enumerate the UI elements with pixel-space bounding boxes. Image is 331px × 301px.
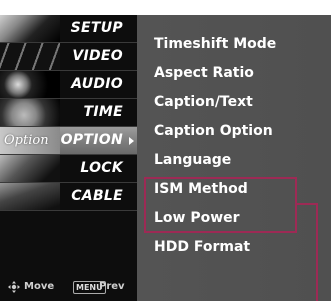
move-label: Move <box>24 281 55 292</box>
submenu-item-caption-option[interactable]: Caption Option <box>154 123 273 139</box>
lock-icon <box>0 155 60 182</box>
prev-label: Prev <box>99 281 125 292</box>
highlight-frame <box>144 177 297 233</box>
menu-item-label: LOCK <box>80 160 123 176</box>
menu-item-label: AUDIO <box>71 76 123 92</box>
menu-item-label: OPTION <box>60 132 123 148</box>
move-icon <box>8 281 20 293</box>
clock-icon <box>0 99 60 126</box>
menu-item-label: SETUP <box>70 20 123 36</box>
chevron-right-icon <box>129 137 134 145</box>
tv-menu-screen: SETUP VIDEO AUDIO TIME Option OPTION LOC… <box>0 0 331 301</box>
menu-item-audio[interactable]: AUDIO <box>0 71 137 99</box>
menu-item-label: VIDEO <box>72 48 123 64</box>
menu-item-label: TIME <box>83 104 123 120</box>
submenu-item-caption-text[interactable]: Caption/Text <box>154 94 253 110</box>
menu-item-video[interactable]: VIDEO <box>0 43 137 71</box>
submenu-item-aspect-ratio[interactable]: Aspect Ratio <box>154 65 254 81</box>
menu-item-lock[interactable]: LOCK <box>0 155 137 183</box>
menu-item-label: CABLE <box>71 188 123 204</box>
main-menu: SETUP VIDEO AUDIO TIME Option OPTION LOC… <box>0 15 137 301</box>
film-icon <box>0 43 60 70</box>
menu-item-option[interactable]: Option OPTION <box>0 127 137 155</box>
submenu-item-hdd-format[interactable]: HDD Format <box>154 239 250 255</box>
nav-hint-bar: Move MENU Prev <box>0 271 137 301</box>
callout-line <box>297 203 318 205</box>
setup-icon <box>0 15 60 42</box>
menu-item-time[interactable]: TIME <box>0 99 137 127</box>
callout-line-vertical <box>316 203 318 301</box>
submenu-item-timeshift-mode[interactable]: Timeshift Mode <box>154 36 276 52</box>
menu-item-setup[interactable]: SETUP <box>0 15 137 43</box>
submenu-item-language[interactable]: Language <box>154 152 231 168</box>
cable-icon <box>0 183 60 210</box>
speaker-icon <box>0 71 60 98</box>
menu-item-cable[interactable]: CABLE <box>0 183 137 211</box>
option-icon: Option <box>0 127 60 154</box>
option-submenu: Timeshift Mode Aspect Ratio Caption/Text… <box>137 15 331 301</box>
option-thumb-text: Option <box>4 133 49 148</box>
